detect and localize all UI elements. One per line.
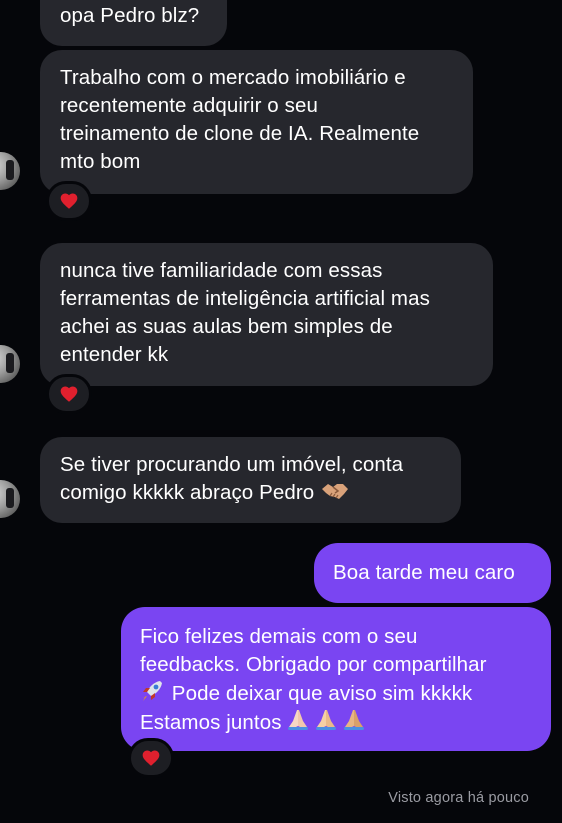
message-text: Estamos juntos <box>140 708 531 737</box>
outgoing-message[interactable]: Fico felizes demais com o seu feedbacks.… <box>121 607 551 751</box>
message-text: achei as suas aulas bem simples de <box>60 315 393 338</box>
heart-icon <box>60 386 78 402</box>
message-text: treinamento de clone de IA. Realmente <box>60 122 420 145</box>
incoming-message[interactable]: nunca tive familiaridade com essas ferra… <box>40 243 493 386</box>
message-text: Boa tarde meu caro <box>333 561 515 584</box>
message-text: nunca tive familiaridade com essas <box>60 259 383 282</box>
message-text-segment: Pode deixar que aviso sim kkkkk <box>166 682 473 705</box>
folded-hands-icon <box>343 710 364 730</box>
folded-hands-icon <box>316 710 337 730</box>
handshake-icon <box>322 484 349 499</box>
incoming-message[interactable]: Trabalho com o mercado imobiliário e rec… <box>40 50 473 194</box>
message-text: entender kk <box>60 343 169 366</box>
heart-icon <box>60 193 78 209</box>
contact-avatar[interactable] <box>0 152 20 190</box>
chat-thread: opa Pedro blz? Trabalho com o mercado im… <box>0 0 562 823</box>
contact-avatar[interactable] <box>0 480 20 518</box>
message-text: Se tiver procurando um imóvel, conta <box>60 453 404 476</box>
message-text: opa Pedro blz? <box>60 4 200 27</box>
folded-hands-icon <box>288 710 309 730</box>
outgoing-message[interactable]: Boa tarde meu caro <box>314 543 551 603</box>
reaction-badge[interactable] <box>46 374 92 414</box>
incoming-message[interactable]: Se tiver procurando um imóvel, conta com… <box>40 437 461 523</box>
rocket-icon <box>142 681 162 701</box>
message-text: comigo kkkkk abraço Pedro <box>60 479 441 507</box>
message-text: feedbacks. Obrigado por compartilhar <box>140 653 487 676</box>
contact-avatar[interactable] <box>0 345 20 383</box>
message-text-segment: comigo kkkkk abraço Pedro <box>60 481 315 504</box>
message-text-segment: Estamos juntos <box>140 711 282 734</box>
message-text: Pode deixar que aviso sim kkkkk <box>140 679 531 708</box>
seen-status: Visto agora há pouco <box>388 790 529 806</box>
heart-icon <box>142 750 160 766</box>
message-text: Fico felizes demais com o seu <box>140 625 418 648</box>
incoming-message[interactable]: opa Pedro blz? <box>40 0 227 46</box>
message-text: recentemente adquirir o seu <box>60 94 318 117</box>
message-text: Trabalho com o mercado imobiliário e <box>60 66 406 89</box>
message-text: ferramentas de inteligência artificial m… <box>60 287 430 310</box>
reaction-badge[interactable] <box>46 181 92 221</box>
message-text: mto bom <box>60 150 141 173</box>
reaction-badge[interactable] <box>128 738 174 778</box>
